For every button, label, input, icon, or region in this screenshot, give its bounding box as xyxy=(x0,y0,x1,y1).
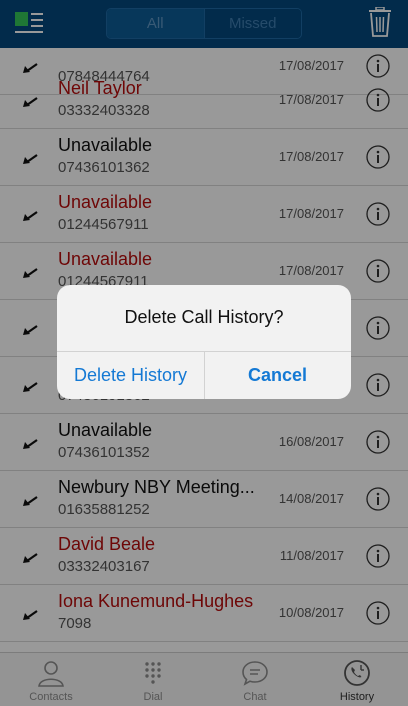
delete-history-button[interactable]: Delete History xyxy=(57,352,204,399)
cancel-button[interactable]: Cancel xyxy=(204,352,351,399)
alert-title: Delete Call History? xyxy=(124,307,284,327)
delete-history-alert: Delete Call History? Delete History Canc… xyxy=(57,285,351,399)
